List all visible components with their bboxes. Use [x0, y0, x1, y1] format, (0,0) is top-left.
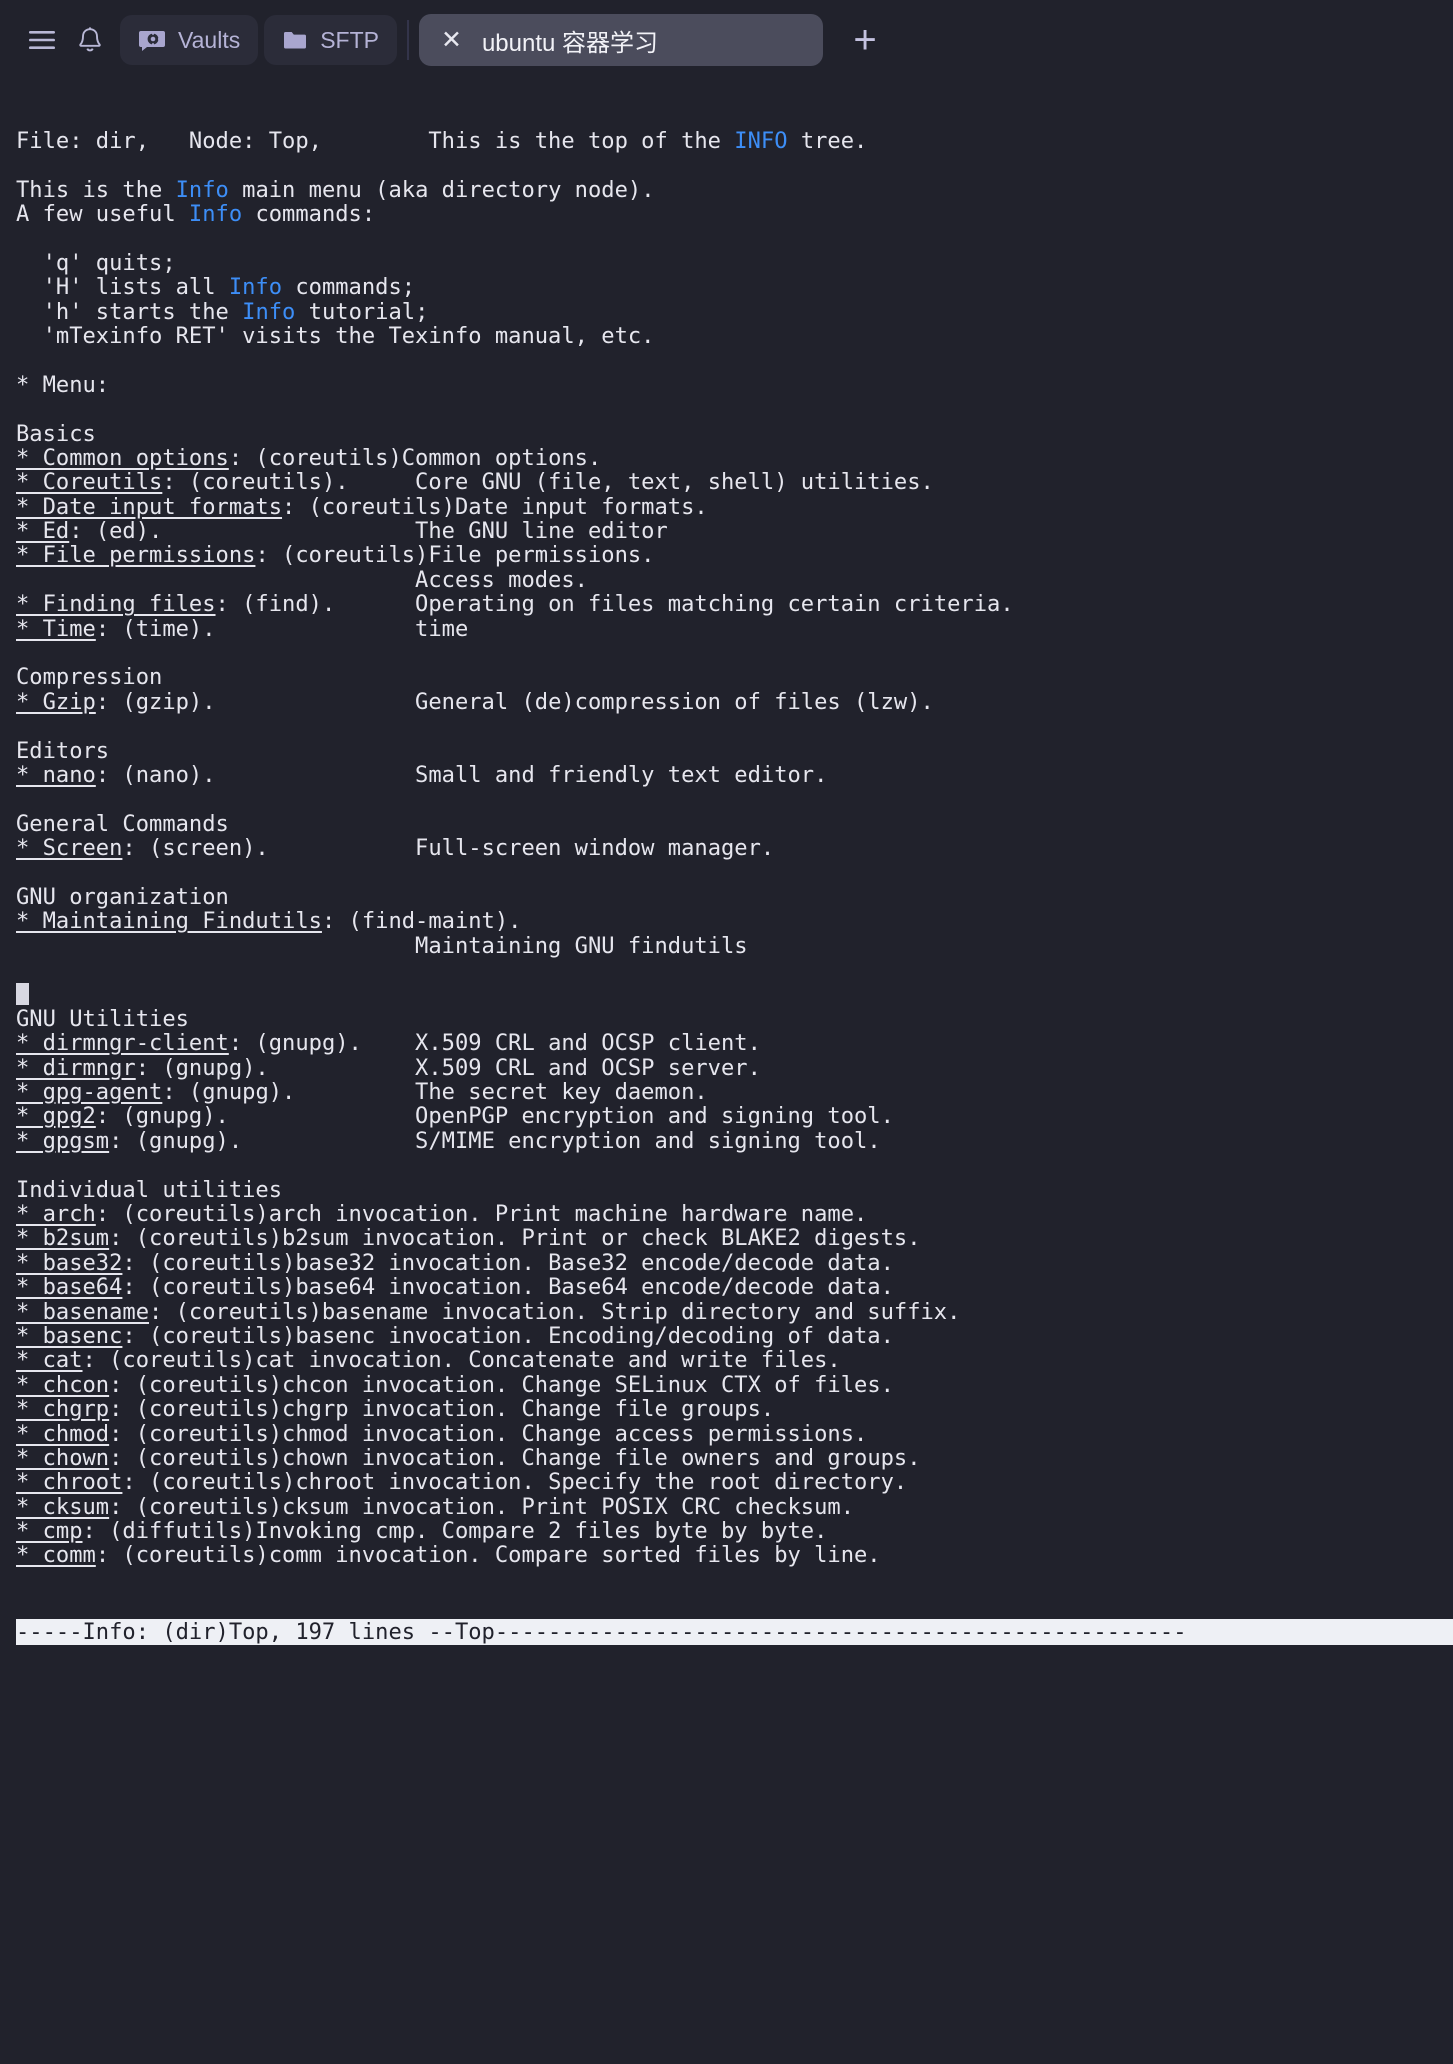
text-cursor: [16, 983, 30, 1006]
info-menu-label: * Menu:: [16, 371, 110, 398]
info-menu-entry: * gpgsm: (gnupg). S/MIME encryption and …: [16, 1127, 881, 1154]
info-menu-entry: * basename: (coreutils)basename invocati…: [16, 1298, 961, 1325]
info-menu-entry: * Ed: (ed). The GNU line editor: [16, 518, 668, 545]
info-menu-entry: * nano: (nano). Small and friendly text …: [16, 761, 828, 788]
sftp-label: SFTP: [320, 26, 379, 53]
info-menu-entry: * dirmngr: (gnupg). X.509 CRL and OCSP s…: [16, 1054, 761, 1081]
info-section-heading: GNU organization: [16, 883, 229, 910]
info-menu-entry: * chgrp: (coreutils)chgrp invocation. Ch…: [16, 1396, 775, 1423]
info-menu-entry: * basenc: (coreutils)basenc invocation. …: [16, 1322, 894, 1349]
info-section-heading: General Commands: [16, 810, 229, 837]
info-section-heading: Compression: [16, 664, 163, 691]
info-menu-entry: * chown: (coreutils)chown invocation. Ch…: [16, 1444, 921, 1471]
terminal-pane[interactable]: File: dir, Node: Top, This is the top of…: [0, 80, 1453, 2064]
hamburger-menu-icon[interactable]: [18, 16, 66, 64]
info-menu-entry: * cmp: (diffutils)Invoking cmp. Compare …: [16, 1518, 828, 1545]
info-intro-line: A few useful Info commands:: [16, 200, 376, 227]
info-command-hint: 'q' quits;: [16, 249, 176, 276]
info-menu-continuation: Access modes.: [16, 566, 588, 593]
info-menu-entry: * base32: (coreutils)base32 invocation. …: [16, 1249, 894, 1276]
info-command-hint: 'mTexinfo RET' visits the Texinfo manual…: [16, 322, 655, 349]
info-menu-entry: * gpg2: (gnupg). OpenPGP encryption and …: [16, 1103, 894, 1130]
info-menu-entry: * base64: (coreutils)base64 invocation. …: [16, 1274, 894, 1301]
info-menu-entry: * cksum: (coreutils)cksum invocation. Pr…: [16, 1493, 855, 1520]
info-command-hint: 'H' lists all Info commands;: [16, 274, 416, 301]
terminal-tab-ubuntu[interactable]: ✕ ubuntu 容器学习: [419, 14, 823, 66]
info-section-heading: Basics: [16, 420, 96, 447]
info-menu-continuation: Maintaining GNU findutils: [16, 932, 748, 959]
info-menu-entry: * Date input formats: (coreutils)Date in…: [16, 493, 708, 520]
folder-icon: [282, 27, 308, 53]
info-section-heading: GNU Utilities: [16, 1005, 189, 1032]
info-command-hint: 'h' starts the Info tutorial;: [16, 298, 429, 325]
close-icon[interactable]: ✕: [441, 27, 462, 53]
info-menu-entry: * Finding files: (find). Operating on fi…: [16, 591, 1014, 618]
info-menu-entry: * cat: (coreutils)cat invocation. Concat…: [16, 1347, 841, 1374]
vault-icon: [138, 26, 166, 54]
info-menu-entry: * chmod: (coreutils)chmod invocation. Ch…: [16, 1420, 868, 1447]
info-intro-line: This is the Info main menu (aka director…: [16, 176, 655, 203]
info-menu-entry: * Screen: (screen). Full-screen window m…: [16, 835, 775, 862]
info-menu-entry: * Gzip: (gzip). General (de)compression …: [16, 688, 934, 715]
info-cursor-line: [16, 982, 1453, 1006]
info-menu-entry: * b2sum: (coreutils)b2sum invocation. Pr…: [16, 1225, 921, 1252]
info-section-heading: Individual utilities: [16, 1176, 283, 1203]
info-status-line: -----Info: (dir)Top, 197 lines --Top----…: [16, 1618, 1453, 1645]
vaults-button[interactable]: Vaults: [120, 15, 259, 65]
info-menu-entry: * chcon: (coreutils)chcon invocation. Ch…: [16, 1371, 894, 1398]
info-header-line: File: dir, Node: Top, This is the top of…: [16, 127, 868, 154]
info-menu-entry: * Coreutils: (coreutils). Core GNU (file…: [16, 469, 934, 496]
sftp-button[interactable]: SFTP: [264, 15, 397, 65]
info-menu-entry: * chroot: (coreutils)chroot invocation. …: [16, 1469, 908, 1496]
info-menu-entry: * dirmngr-client: (gnupg). X.509 CRL and…: [16, 1030, 761, 1057]
new-tab-button[interactable]: +: [839, 14, 891, 66]
tab-divider: [407, 20, 409, 60]
terminal-tab-title: ubuntu 容器学习: [481, 29, 659, 57]
info-menu-entry: * arch: (coreutils)arch invocation. Prin…: [16, 1201, 868, 1227]
info-menu-entry: * Time: (time). time: [16, 615, 469, 642]
info-menu-entry: * Maintaining Findutils: (find-maint).: [16, 908, 522, 935]
window-tab-bar: Vaults SFTP ✕ ubuntu 容器学习 +: [0, 0, 1453, 80]
info-menu-entry: * gpg-agent: (gnupg). The secret key dae…: [16, 1079, 708, 1106]
bell-icon[interactable]: [66, 16, 114, 64]
info-document-screen: File: dir, Node: Top, This is the top of…: [16, 127, 1453, 1569]
info-section-heading: Editors: [16, 737, 110, 764]
info-menu-entry: * comm: (coreutils)comm invocation. Comp…: [16, 1542, 881, 1569]
vaults-label: Vaults: [178, 26, 241, 53]
info-menu-entry: * File permissions: (coreutils)File perm…: [16, 542, 655, 569]
info-menu-entry: * Common options: (coreutils)Common opti…: [16, 444, 602, 471]
